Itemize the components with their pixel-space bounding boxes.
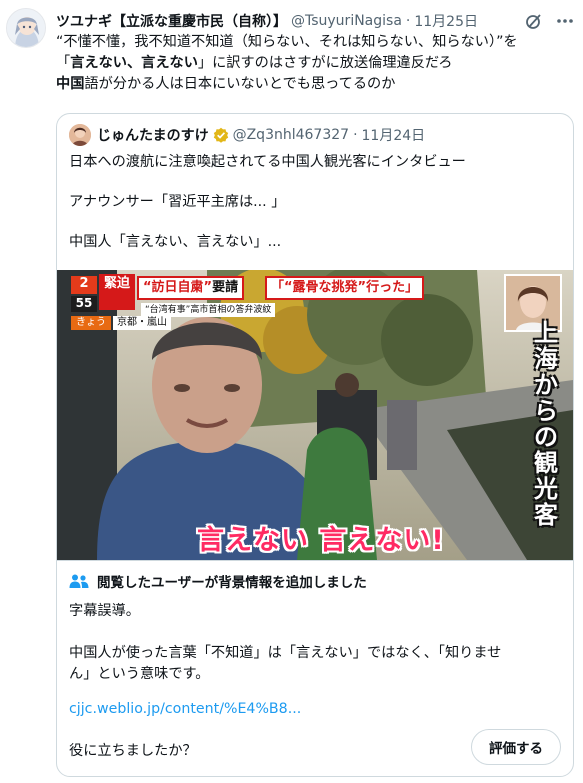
tweet-text: “不懂不懂，我不知道不知道（知らない、それは知らない、知らない）”を 「言えない… — [56, 32, 576, 95]
note-line — [69, 622, 565, 643]
community-note: 閲覧したユーザーが背景情報を追加しました 字幕誤導。 中国人が使った言葉「不知道… — [57, 560, 573, 776]
vertical-caption: 上海からの観光客 — [534, 319, 558, 529]
tweet-text-line-3: 中国語が分かる人は日本にいないとでも思ってるのか — [56, 76, 396, 92]
tv-place-label: 京都・嵐山 — [113, 316, 171, 330]
tweet: ツユナギ【立派な重慶市民（自称）】 @TsuyuriNagisa · 11月25… — [0, 0, 583, 783]
tweet-time[interactable]: 11月25日 — [414, 11, 478, 31]
tweet-text-line-2: 「言えない、言えない」に訳すのはさすがに放送倫理違反だろ — [56, 55, 453, 71]
tv-headline: “訪日自粛”要請 — [137, 276, 245, 300]
quote-time[interactable]: 11月24日 — [362, 125, 426, 145]
tweet-header: ツユナギ【立派な重慶市民（自称）】 @TsuyuriNagisa · 11月25… — [56, 10, 573, 32]
community-note-title: 閲覧したユーザーが背景情報を追加しました — [97, 575, 367, 591]
quote-author-name[interactable]: じゅんたまのすけ — [97, 125, 209, 145]
note-line: 中国人が使った言葉「不知道」は「言えない」ではなく、「知りませ — [69, 645, 502, 661]
quoted-tweet[interactable]: じゅんたまのすけ @Zq3nhl467327 · 11月24日 日本への渡航に注… — [56, 113, 574, 777]
separator-dot: · — [405, 13, 411, 29]
quote-text-line — [69, 212, 563, 232]
rate-button[interactable]: 評価する — [471, 729, 561, 765]
author-name[interactable]: ツユナギ【立派な重慶市民（自称）】 — [56, 11, 287, 31]
author-handle[interactable]: @TsuyuriNagisa — [291, 13, 402, 29]
breaking-badge: 緊迫 — [99, 274, 135, 310]
tv-banner: 2 55 緊迫 “訪日自粛”要請 「“露骨な挑発”行った」 “台湾有事”高市首相… — [69, 272, 489, 330]
grok-icon[interactable] — [525, 12, 543, 30]
quote-text-line: 中国人「言えない、言えない」... — [69, 234, 282, 250]
quote-text-line — [69, 172, 563, 192]
more-icon[interactable] — [555, 12, 575, 30]
verified-icon — [213, 127, 228, 143]
note-line: ん」という意味です。 — [69, 666, 210, 682]
channel-number: 2 — [71, 276, 97, 294]
quote-text-line: アナウンサー「習近平主席は... 」 — [69, 194, 286, 210]
quote-avatar[interactable] — [69, 124, 91, 146]
quote-text: 日本への渡航に注意喚起されてる中国人観光客にインタビュー アナウンサー「習近平主… — [69, 152, 563, 252]
note-source-link[interactable]: cjjc.weblio.jp/content/%E4%B8... — [69, 701, 301, 717]
video-subtitle: 言えない 言えない! — [197, 525, 445, 556]
separator-dot: · — [353, 127, 358, 143]
quote-text-line: 日本への渡航に注意喚起されてる中国人観光客にインタビュー — [69, 154, 466, 170]
tv-subline: “台湾有事”高市首相の答弁波紋 — [141, 303, 276, 317]
tv-headline-2: 「“露骨な挑発”行った」 — [265, 276, 425, 300]
tv-day-label: きょう — [71, 316, 111, 330]
community-note-body: 字幕誤導。 中国人が使った言葉「不知道」は「言えない」ではなく、「知りませ ん」… — [69, 601, 565, 685]
tweet-text-line-1: “不懂不懂，我不知道不知道（知らない、それは知らない、知らない）”を — [56, 34, 518, 50]
community-note-heading: 閲覧したユーザーが背景情報を追加しました — [69, 571, 367, 591]
helpful-question: 役に立ちましたか？ — [69, 743, 197, 759]
channel-number: 55 — [71, 296, 97, 312]
quote-header: じゅんたまのすけ @Zq3nhl467327 · 11月24日 — [69, 124, 425, 146]
people-icon — [69, 574, 89, 588]
quote-author-handle[interactable]: @Zq3nhl467327 — [233, 127, 349, 143]
video-thumbnail[interactable]: 2 55 緊迫 “訪日自粛”要請 「“露骨な挑発”行った」 “台湾有事”高市首相… — [57, 270, 573, 560]
note-line: 字幕誤導。 — [69, 603, 140, 619]
avatar[interactable] — [6, 8, 46, 48]
